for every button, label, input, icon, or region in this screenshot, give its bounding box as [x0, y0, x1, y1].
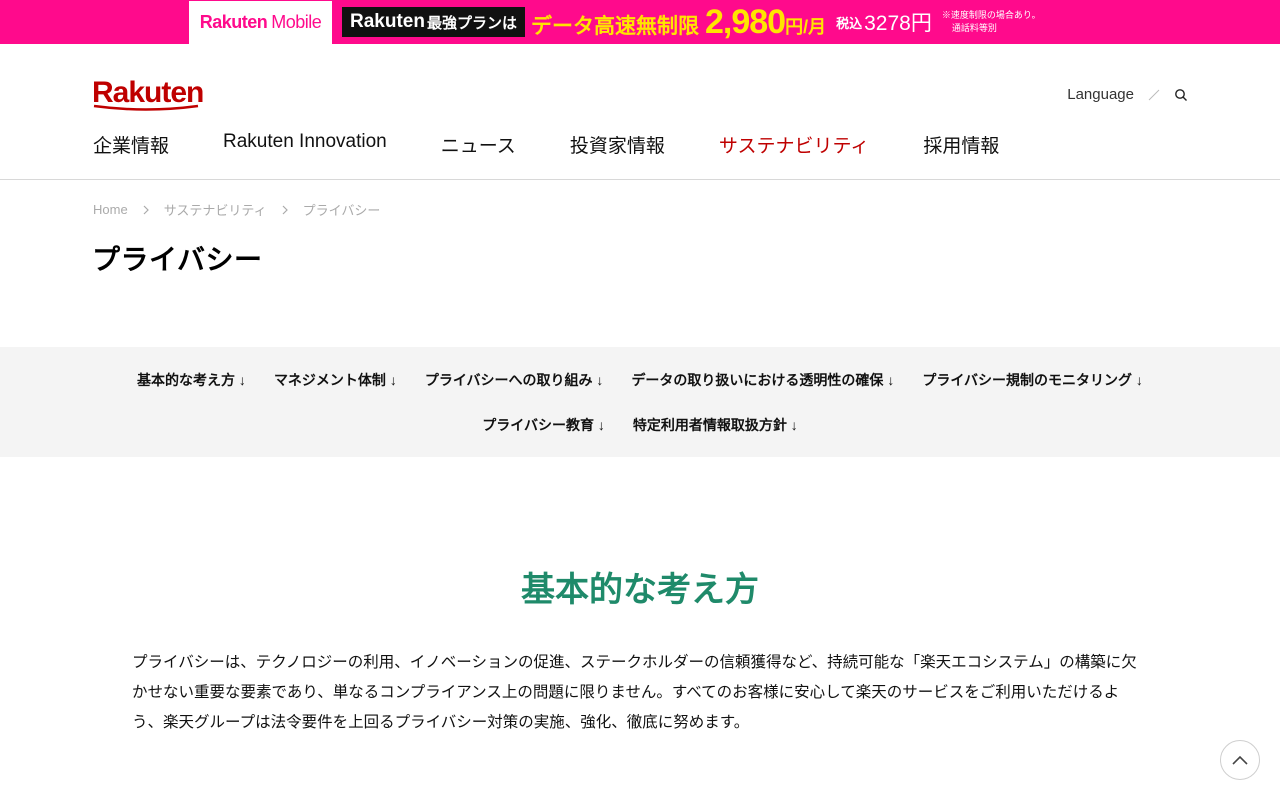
promo-content: Rakuten Mobile Rakuten 最強プランは データ高速無制限 2…: [189, 0, 1041, 44]
anchor-transparency[interactable]: データの取り扱いにおける透明性の確保 ↓: [631, 370, 894, 390]
section-body: プライバシーは、テクノロジーの利用、イノベーションの促進、ステークホルダーの信頼…: [132, 654, 1137, 731]
nav-item-careers[interactable]: 採用情報: [923, 131, 999, 158]
anchor-nav-band: [0, 347, 1280, 457]
language-link[interactable]: Language: [1067, 86, 1134, 103]
chevron-up-icon: [1232, 755, 1248, 765]
promo-note: ※速度制限の場合あり。 通話料等別: [942, 9, 1041, 35]
divider-slash-icon: [1148, 89, 1160, 100]
nav-item-investors[interactable]: 投資家情報: [570, 131, 665, 158]
promo-banner[interactable]: Rakuten Mobile Rakuten 最強プランは データ高速無制限 2…: [0, 0, 1280, 44]
anchor-monitoring[interactable]: プライバシー規制のモニタリング ↓: [922, 370, 1143, 390]
nav-item-innovation[interactable]: Rakuten Innovation: [223, 131, 387, 158]
global-nav: 企業情報 Rakuten Innovation ニュース 投資家情報 サステナビ…: [93, 131, 1053, 158]
nav-item-news[interactable]: ニュース: [441, 131, 516, 158]
promo-note-line2: 通話料等別: [951, 23, 997, 33]
anchor-basic-approach[interactable]: 基本的な考え方 ↓: [137, 370, 246, 390]
nav-item-corporate[interactable]: 企業情報: [93, 131, 169, 158]
section-title: 基本的な考え方: [521, 571, 759, 609]
search-icon[interactable]: [1174, 88, 1188, 102]
back-to-top-button[interactable]: [1220, 740, 1260, 780]
anchor-education[interactable]: プライバシー教育 ↓: [482, 415, 605, 435]
rakuten-mobile-logo: Rakuten Mobile: [189, 0, 332, 44]
breadcrumb-current: プライバシー: [302, 203, 381, 218]
promo-unit: 円/月: [785, 16, 827, 37]
anchor-nav-row-2: プライバシー教育 ↓ 特定利用者情報取扱方針 ↓: [0, 415, 1280, 435]
anchor-nav-row-1: 基本的な考え方 ↓ マネジメント体制 ↓ プライバシーへの取り組み ↓ データの…: [0, 370, 1280, 390]
promo-headline-text: データ高速無制限: [530, 14, 699, 38]
promo-plan-label: Rakuten 最強プランは: [342, 7, 525, 37]
chevron-right-icon: [143, 205, 149, 214]
promo-tax-price: 3278円: [864, 12, 932, 35]
anchor-initiatives[interactable]: プライバシーへの取り組み ↓: [425, 370, 604, 390]
promo-headline: データ高速無制限 2,980 円/月: [531, 3, 826, 42]
page-title: プライバシー: [92, 244, 263, 275]
promo-tax-label: 税込: [836, 15, 863, 31]
breadcrumb-home[interactable]: Home: [93, 202, 128, 217]
header-divider: [0, 179, 1280, 180]
promo-price: 2,980: [704, 2, 786, 41]
nav-item-sustainability[interactable]: サステナビリティ: [719, 131, 869, 158]
promo-brand-a: Rakuten: [199, 11, 268, 32]
logo-swoosh-icon: [93, 104, 199, 111]
promo-note-line1: ※速度制限の場合あり。: [941, 10, 1041, 20]
breadcrumb-sustainability[interactable]: サステナビリティ: [164, 200, 267, 219]
header-utility: Language: [1067, 86, 1188, 103]
anchor-user-info-policy[interactable]: 特定利用者情報取扱方針 ↓: [633, 415, 798, 435]
promo-brand-b: Mobile: [271, 11, 322, 32]
anchor-management[interactable]: マネジメント体制 ↓: [274, 370, 397, 390]
promo-plan-main: Rakuten: [350, 11, 425, 32]
promo-plan-rest: 最強プランは: [426, 14, 517, 32]
chevron-right-icon: [282, 205, 288, 214]
breadcrumb: Home サステナビリティ プライバシー: [93, 200, 380, 219]
